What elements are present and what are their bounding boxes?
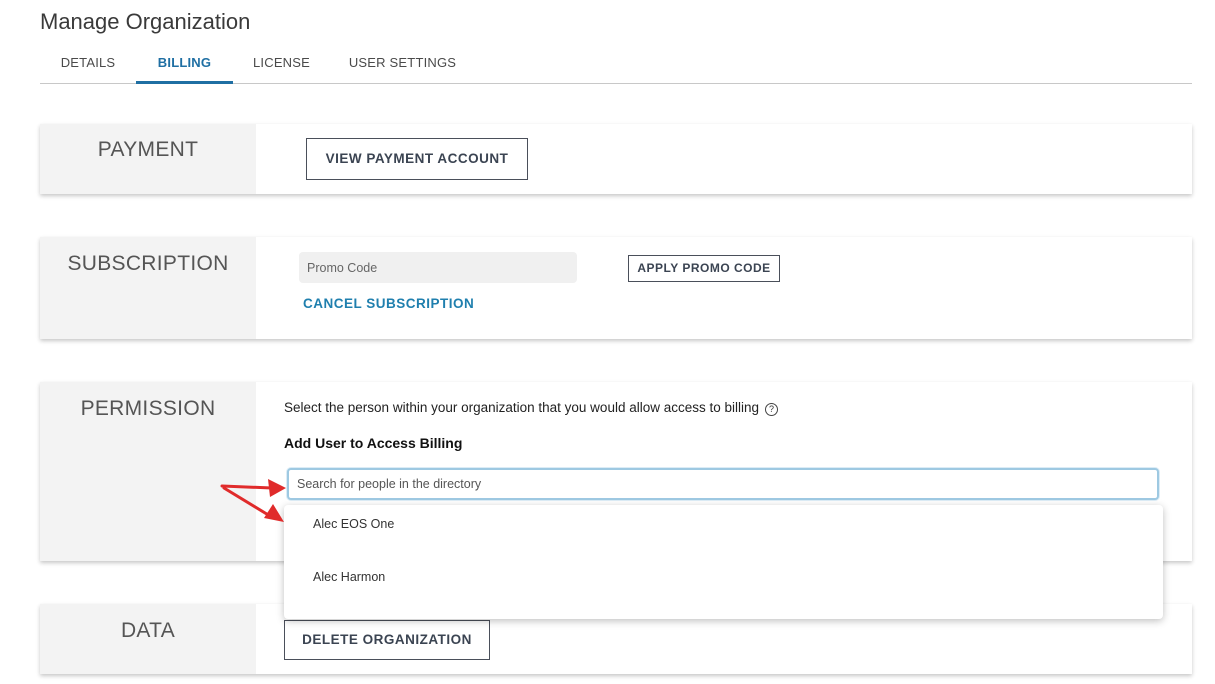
dropdown-item-alec-harmon[interactable]: Alec Harmon [313,570,385,584]
permission-label: PERMISSION [80,397,216,420]
apply-promo-code-button[interactable]: APPLY PROMO CODE [628,255,780,282]
promo-code-input[interactable] [299,252,577,283]
cancel-subscription-link[interactable]: CANCEL SUBSCRIPTION [303,296,474,311]
help-question-icon[interactable]: ? [765,403,779,416]
tab-user-settings[interactable]: USER SETTINGS [330,48,475,84]
people-search-input[interactable] [287,468,1159,500]
add-user-label: Add User to Access Billing [284,435,463,451]
subscription-section: SUBSCRIPTION APPLY PROMO CODE CANCEL SUB… [40,237,1192,339]
data-label: DATA [120,619,176,642]
tab-details[interactable]: DETAILS [40,48,136,84]
payment-label: PAYMENT [97,138,199,161]
dropdown-item-alec-eos-one[interactable]: Alec EOS One [313,517,394,531]
permission-description: Select the person within your organizati… [284,400,760,415]
people-search-dropdown: Alec EOS One Alec Harmon [284,505,1163,619]
delete-organization-button[interactable]: DELETE ORGANIZATION [284,620,490,660]
subscription-label: SUBSCRIPTION [67,252,229,275]
payment-side-panel: PAYMENT [40,124,256,194]
annotation-arrows-icon [220,479,286,522]
data-side-panel: DATA [40,604,256,674]
payment-section: PAYMENT VIEW PAYMENT ACCOUNT [40,124,1192,194]
view-payment-account-button[interactable]: VIEW PAYMENT ACCOUNT [306,138,528,180]
subscription-side-panel: SUBSCRIPTION [40,237,256,339]
page-title: Manage Organization [40,9,251,34]
permission-description-row: Select the person within your organizati… [284,400,779,416]
tab-billing[interactable]: BILLING [136,48,233,84]
tab-license[interactable]: LICENSE [233,48,330,84]
tab-bar: DETAILS BILLING LICENSE USER SETTINGS [40,48,1192,84]
permission-side-panel: PERMISSION [40,382,256,561]
